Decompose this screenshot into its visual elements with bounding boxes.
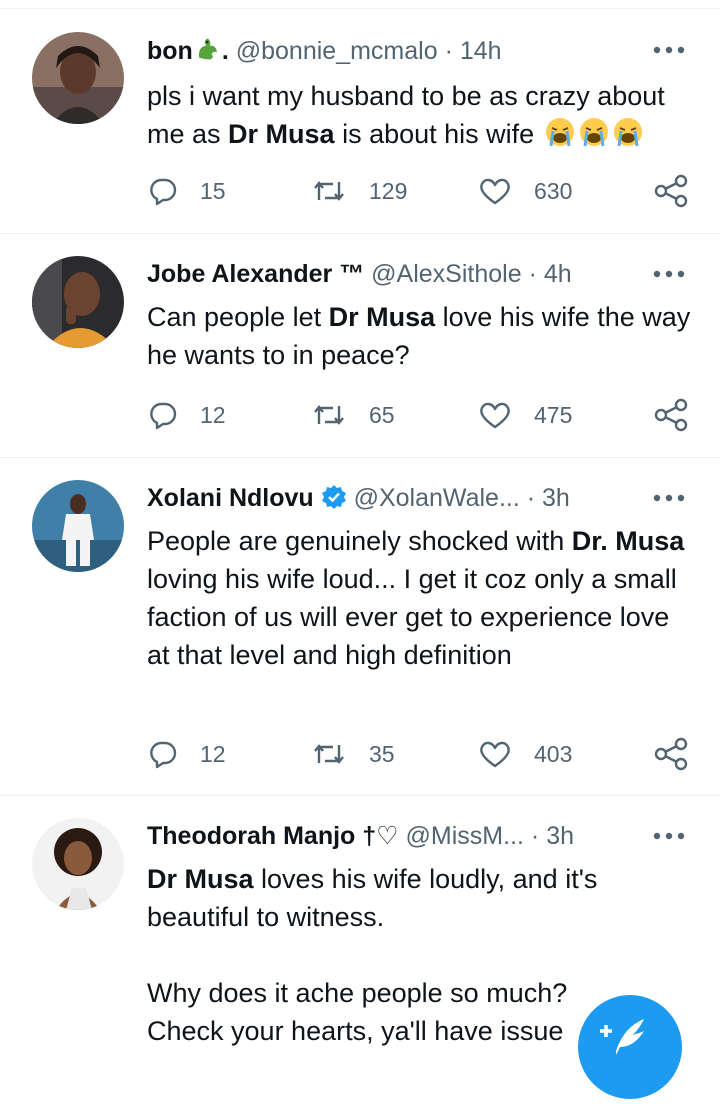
reply-icon — [150, 402, 177, 430]
like-button[interactable]: 403 — [478, 737, 572, 771]
tweet-text: pls i want my husband to be as crazy abo… — [147, 81, 665, 149]
retweet-icon — [314, 405, 344, 425]
mention-bold: Dr Musa — [147, 864, 254, 894]
retweet-button[interactable]: 65 — [311, 398, 395, 432]
more-icon[interactable] — [652, 44, 686, 56]
tweet-time[interactable]: 14h — [460, 37, 502, 65]
share-button[interactable] — [653, 174, 689, 208]
tweet-3[interactable]: Xolani Ndlovu @XolanWale... · 3h People … — [0, 458, 720, 796]
tweet-time[interactable]: 4h — [544, 260, 572, 288]
mention-bold: Dr Musa — [328, 302, 436, 332]
tweet-header: Theodorah Manjo †♡ @MissM... · 3h — [147, 821, 574, 851]
author-name[interactable]: bon — [147, 37, 193, 65]
tweet-text: People are genuinely shocked with Dr. Mu… — [147, 526, 685, 670]
like-icon — [480, 402, 510, 429]
more-icon[interactable] — [652, 492, 686, 504]
like-button[interactable]: 475 — [478, 398, 572, 432]
retweet-count: 35 — [369, 740, 395, 767]
avatar[interactable] — [32, 480, 124, 572]
retweet-icon — [314, 181, 344, 201]
author-handle[interactable]: @AlexSithole — [371, 260, 521, 288]
share-icon — [654, 398, 688, 432]
mention-bold: Dr. Musa — [571, 526, 685, 556]
separator-dot: · — [528, 260, 537, 288]
reply-icon — [150, 178, 177, 206]
loudly-crying-face-emoji — [545, 118, 574, 147]
avatar[interactable] — [32, 256, 124, 348]
tweet-text: Can people let Dr Musa love his wife the… — [147, 302, 691, 370]
dragon-emoji — [198, 38, 217, 60]
separator-dot: · — [444, 37, 453, 65]
like-icon — [480, 178, 510, 205]
like-icon — [480, 741, 510, 768]
compose-tweet-button[interactable] — [578, 995, 682, 1099]
more-icon[interactable] — [652, 830, 686, 842]
tweet-header: bon. @bonnie_mcmalo · 14h — [147, 37, 502, 65]
tweet-text: Dr Musa loves his wife loudly, and it's … — [147, 864, 598, 932]
tweet-time[interactable]: 3h — [542, 484, 570, 512]
tweet-actions: 12 65 475 — [148, 398, 693, 432]
separator-dot: · — [530, 822, 540, 850]
reply-button[interactable]: 12 — [148, 398, 226, 432]
author-name[interactable]: Theodorah Manjo †♡ — [147, 822, 399, 850]
loudly-crying-face-emoji — [613, 118, 642, 147]
like-count: 630 — [534, 177, 573, 204]
retweet-icon — [314, 744, 344, 764]
tweet-header: Xolani Ndlovu @XolanWale... · 3h — [147, 483, 570, 513]
reply-count: 15 — [200, 177, 226, 204]
reply-icon — [150, 741, 177, 769]
mention-bold: Dr Musa — [228, 119, 335, 149]
tweet-actions: 15 129 630 — [148, 174, 693, 208]
share-button[interactable] — [653, 737, 689, 771]
reply-count: 12 — [200, 740, 226, 767]
tweet-header: Jobe Alexander ™ @AlexSithole · 4h — [147, 259, 572, 289]
reply-button[interactable]: 15 — [148, 174, 226, 208]
tweet-1[interactable]: bon. @bonnie_mcmalo · 14h pls i want my … — [0, 8, 720, 234]
retweet-button[interactable]: 129 — [311, 174, 407, 208]
avatar[interactable] — [32, 818, 124, 910]
author-handle[interactable]: @bonnie_mcmalo — [236, 37, 438, 65]
separator-dot: · — [526, 484, 536, 512]
reply-button[interactable]: 12 — [148, 737, 226, 771]
verified-icon — [321, 485, 346, 509]
tweet-2[interactable]: Jobe Alexander ™ @AlexSithole · 4h Can p… — [0, 234, 720, 458]
retweet-count: 129 — [369, 177, 408, 204]
author-handle[interactable]: @XolanWale... — [354, 484, 520, 512]
like-count: 403 — [534, 740, 573, 767]
share-icon — [654, 737, 688, 771]
retweet-button[interactable]: 35 — [311, 737, 395, 771]
share-button[interactable] — [653, 398, 689, 432]
avatar[interactable] — [32, 32, 124, 124]
loudly-crying-face-emoji — [579, 118, 608, 147]
like-button[interactable]: 630 — [478, 174, 572, 208]
like-count: 475 — [534, 401, 573, 428]
author-name[interactable]: Jobe Alexander ™ — [147, 260, 364, 288]
tweet-time[interactable]: 3h — [546, 822, 574, 850]
tweet-actions: 12 35 403 — [148, 737, 693, 771]
reply-count: 12 — [200, 401, 226, 428]
author-name[interactable]: Xolani Ndlovu — [147, 484, 314, 512]
more-icon[interactable] — [652, 268, 686, 280]
author-handle[interactable]: @MissM... — [406, 822, 524, 850]
retweet-count: 65 — [369, 401, 395, 428]
share-icon — [654, 174, 688, 208]
compose-icon — [600, 1019, 644, 1055]
